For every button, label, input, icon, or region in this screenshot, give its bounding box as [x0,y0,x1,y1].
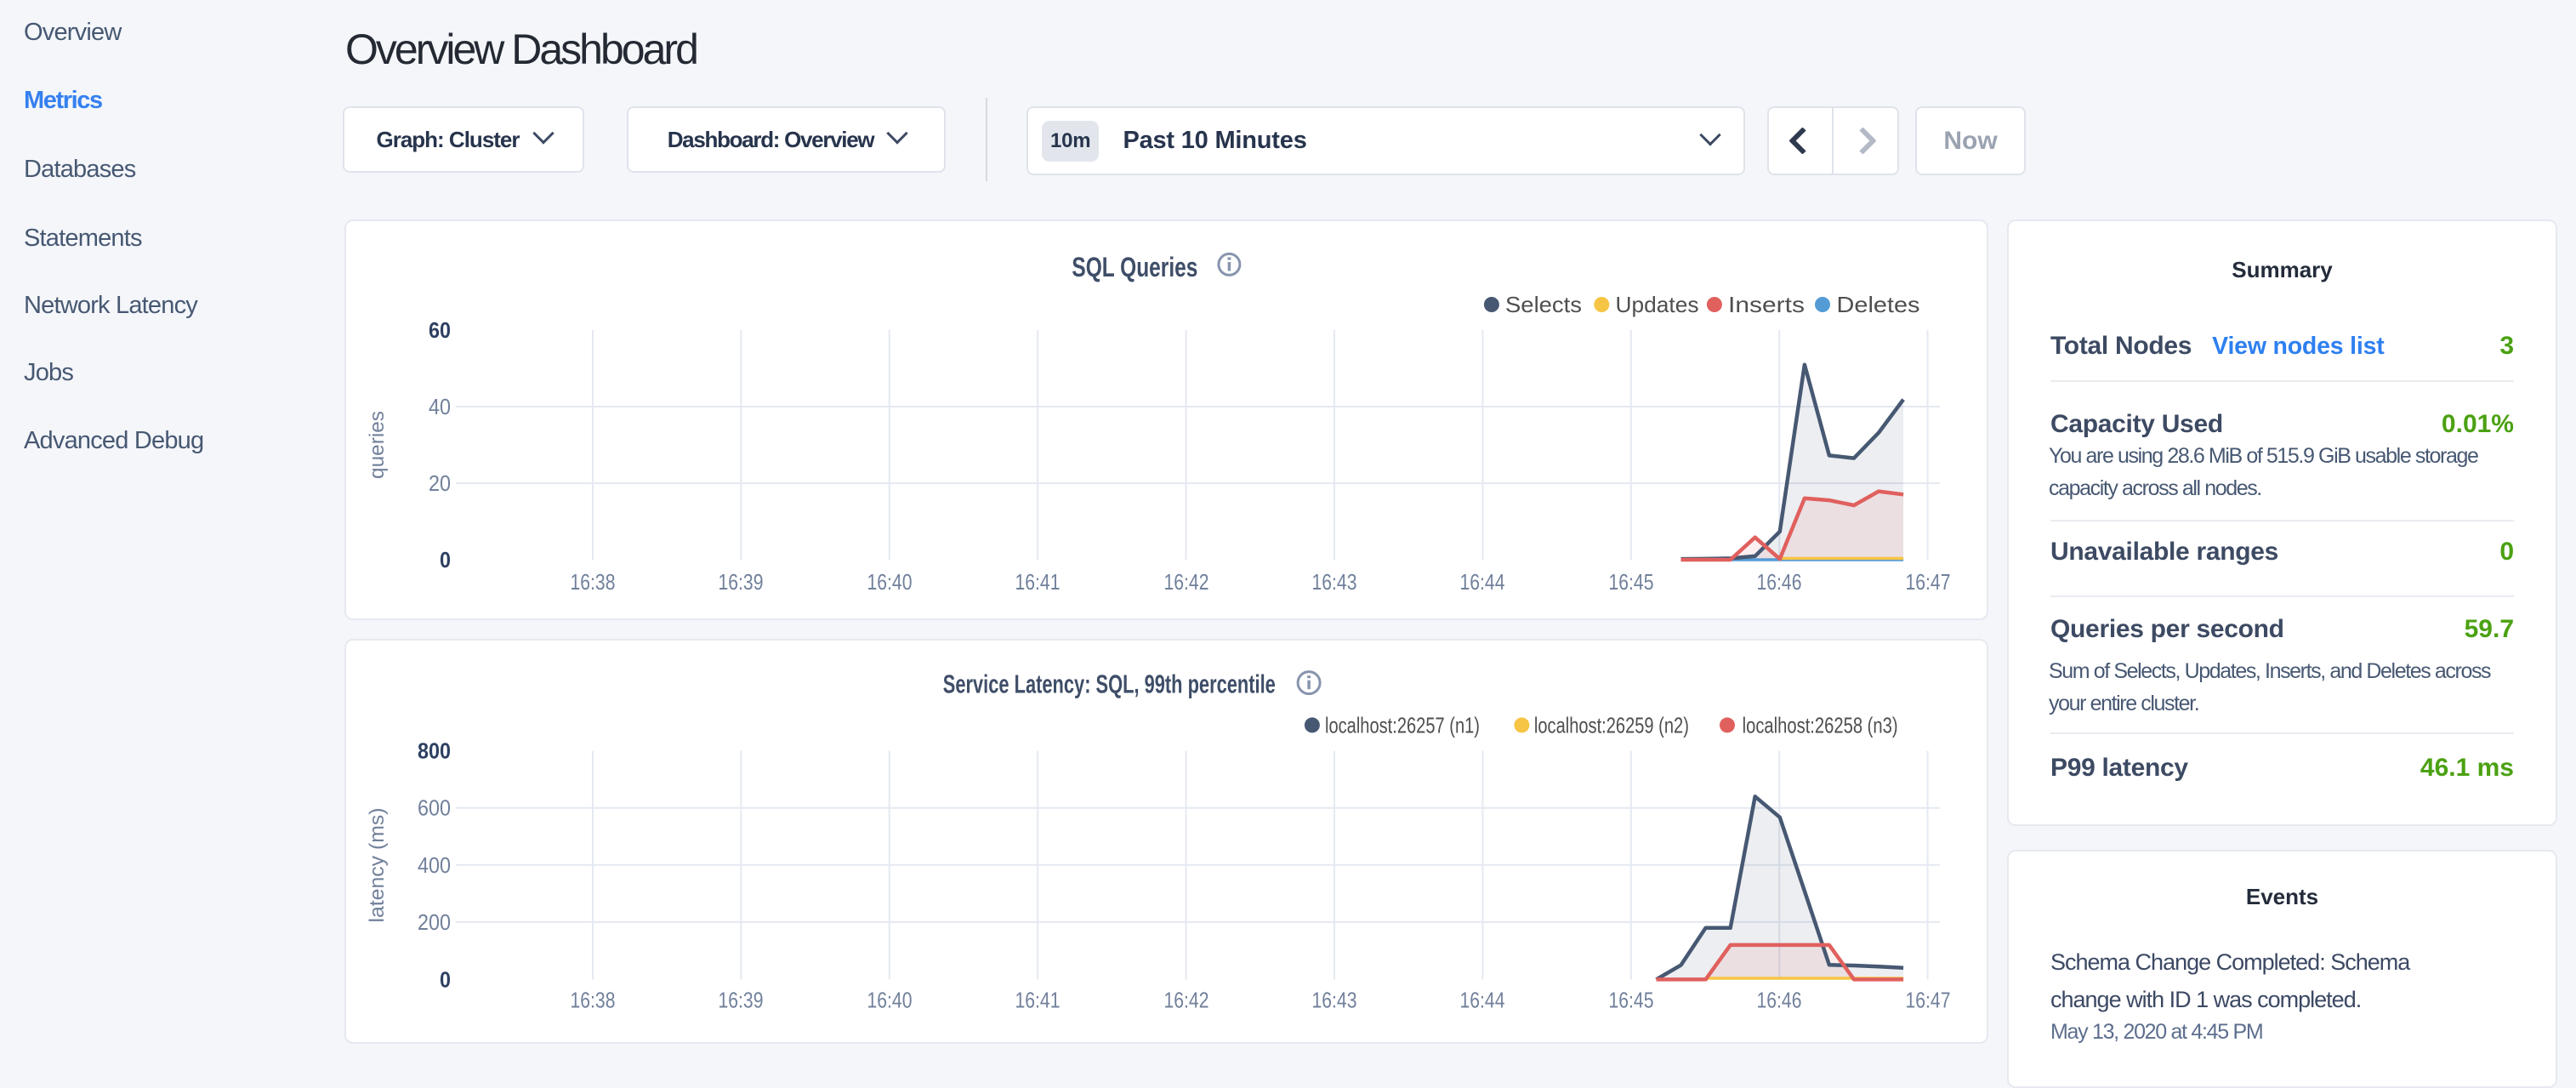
svg-text:16:45: 16:45 [1609,569,1654,595]
svg-text:16:43: 16:43 [1312,988,1357,1013]
svg-text:16:46: 16:46 [1757,569,1802,595]
svg-text:localhost:26257 (n1): localhost:26257 (n1) [1325,712,1480,738]
svg-text:800: 800 [418,738,451,764]
svg-text:16:42: 16:42 [1164,569,1209,595]
svg-text:Inserts: Inserts [1728,292,1805,317]
svg-text:Updates: Updates [1616,292,1699,317]
svg-text:localhost:26258 (n3): localhost:26258 (n3) [1743,712,1898,738]
svg-text:600: 600 [418,795,451,821]
svg-text:40: 40 [429,394,451,419]
svg-text:200: 200 [418,909,451,935]
svg-text:16:41: 16:41 [1015,988,1061,1013]
svg-text:0: 0 [440,547,451,572]
svg-text:SQL Queries: SQL Queries [1072,252,1197,282]
svg-text:16:47: 16:47 [1906,569,1951,595]
svg-text:16:44: 16:44 [1460,569,1505,595]
svg-text:16:42: 16:42 [1164,988,1209,1013]
svg-text:16:39: 16:39 [719,988,764,1013]
svg-text:16:38: 16:38 [571,988,616,1013]
svg-text:latency (ms): latency (ms) [366,808,389,923]
svg-text:Deletes: Deletes [1837,292,1920,317]
svg-text:localhost:26259 (n2): localhost:26259 (n2) [1534,712,1689,738]
svg-text:16:39: 16:39 [719,569,764,595]
svg-text:16:38: 16:38 [571,569,616,595]
svg-text:16:46: 16:46 [1757,988,1802,1013]
svg-text:16:43: 16:43 [1312,569,1357,595]
svg-text:16:44: 16:44 [1460,988,1505,1013]
svg-text:16:40: 16:40 [867,988,913,1013]
svg-text:16:41: 16:41 [1015,569,1061,595]
svg-text:20: 20 [429,470,451,496]
svg-text:60: 60 [429,317,451,343]
svg-text:16:40: 16:40 [867,569,913,595]
svg-text:0: 0 [440,966,451,992]
svg-text:Service Latency: SQL, 99th per: Service Latency: SQL, 99th percentile [943,669,1276,698]
svg-text:Selects: Selects [1505,292,1582,317]
svg-text:16:47: 16:47 [1906,988,1951,1013]
svg-text:queries: queries [366,411,389,479]
svg-text:400: 400 [418,852,451,878]
svg-text:16:45: 16:45 [1609,988,1654,1013]
